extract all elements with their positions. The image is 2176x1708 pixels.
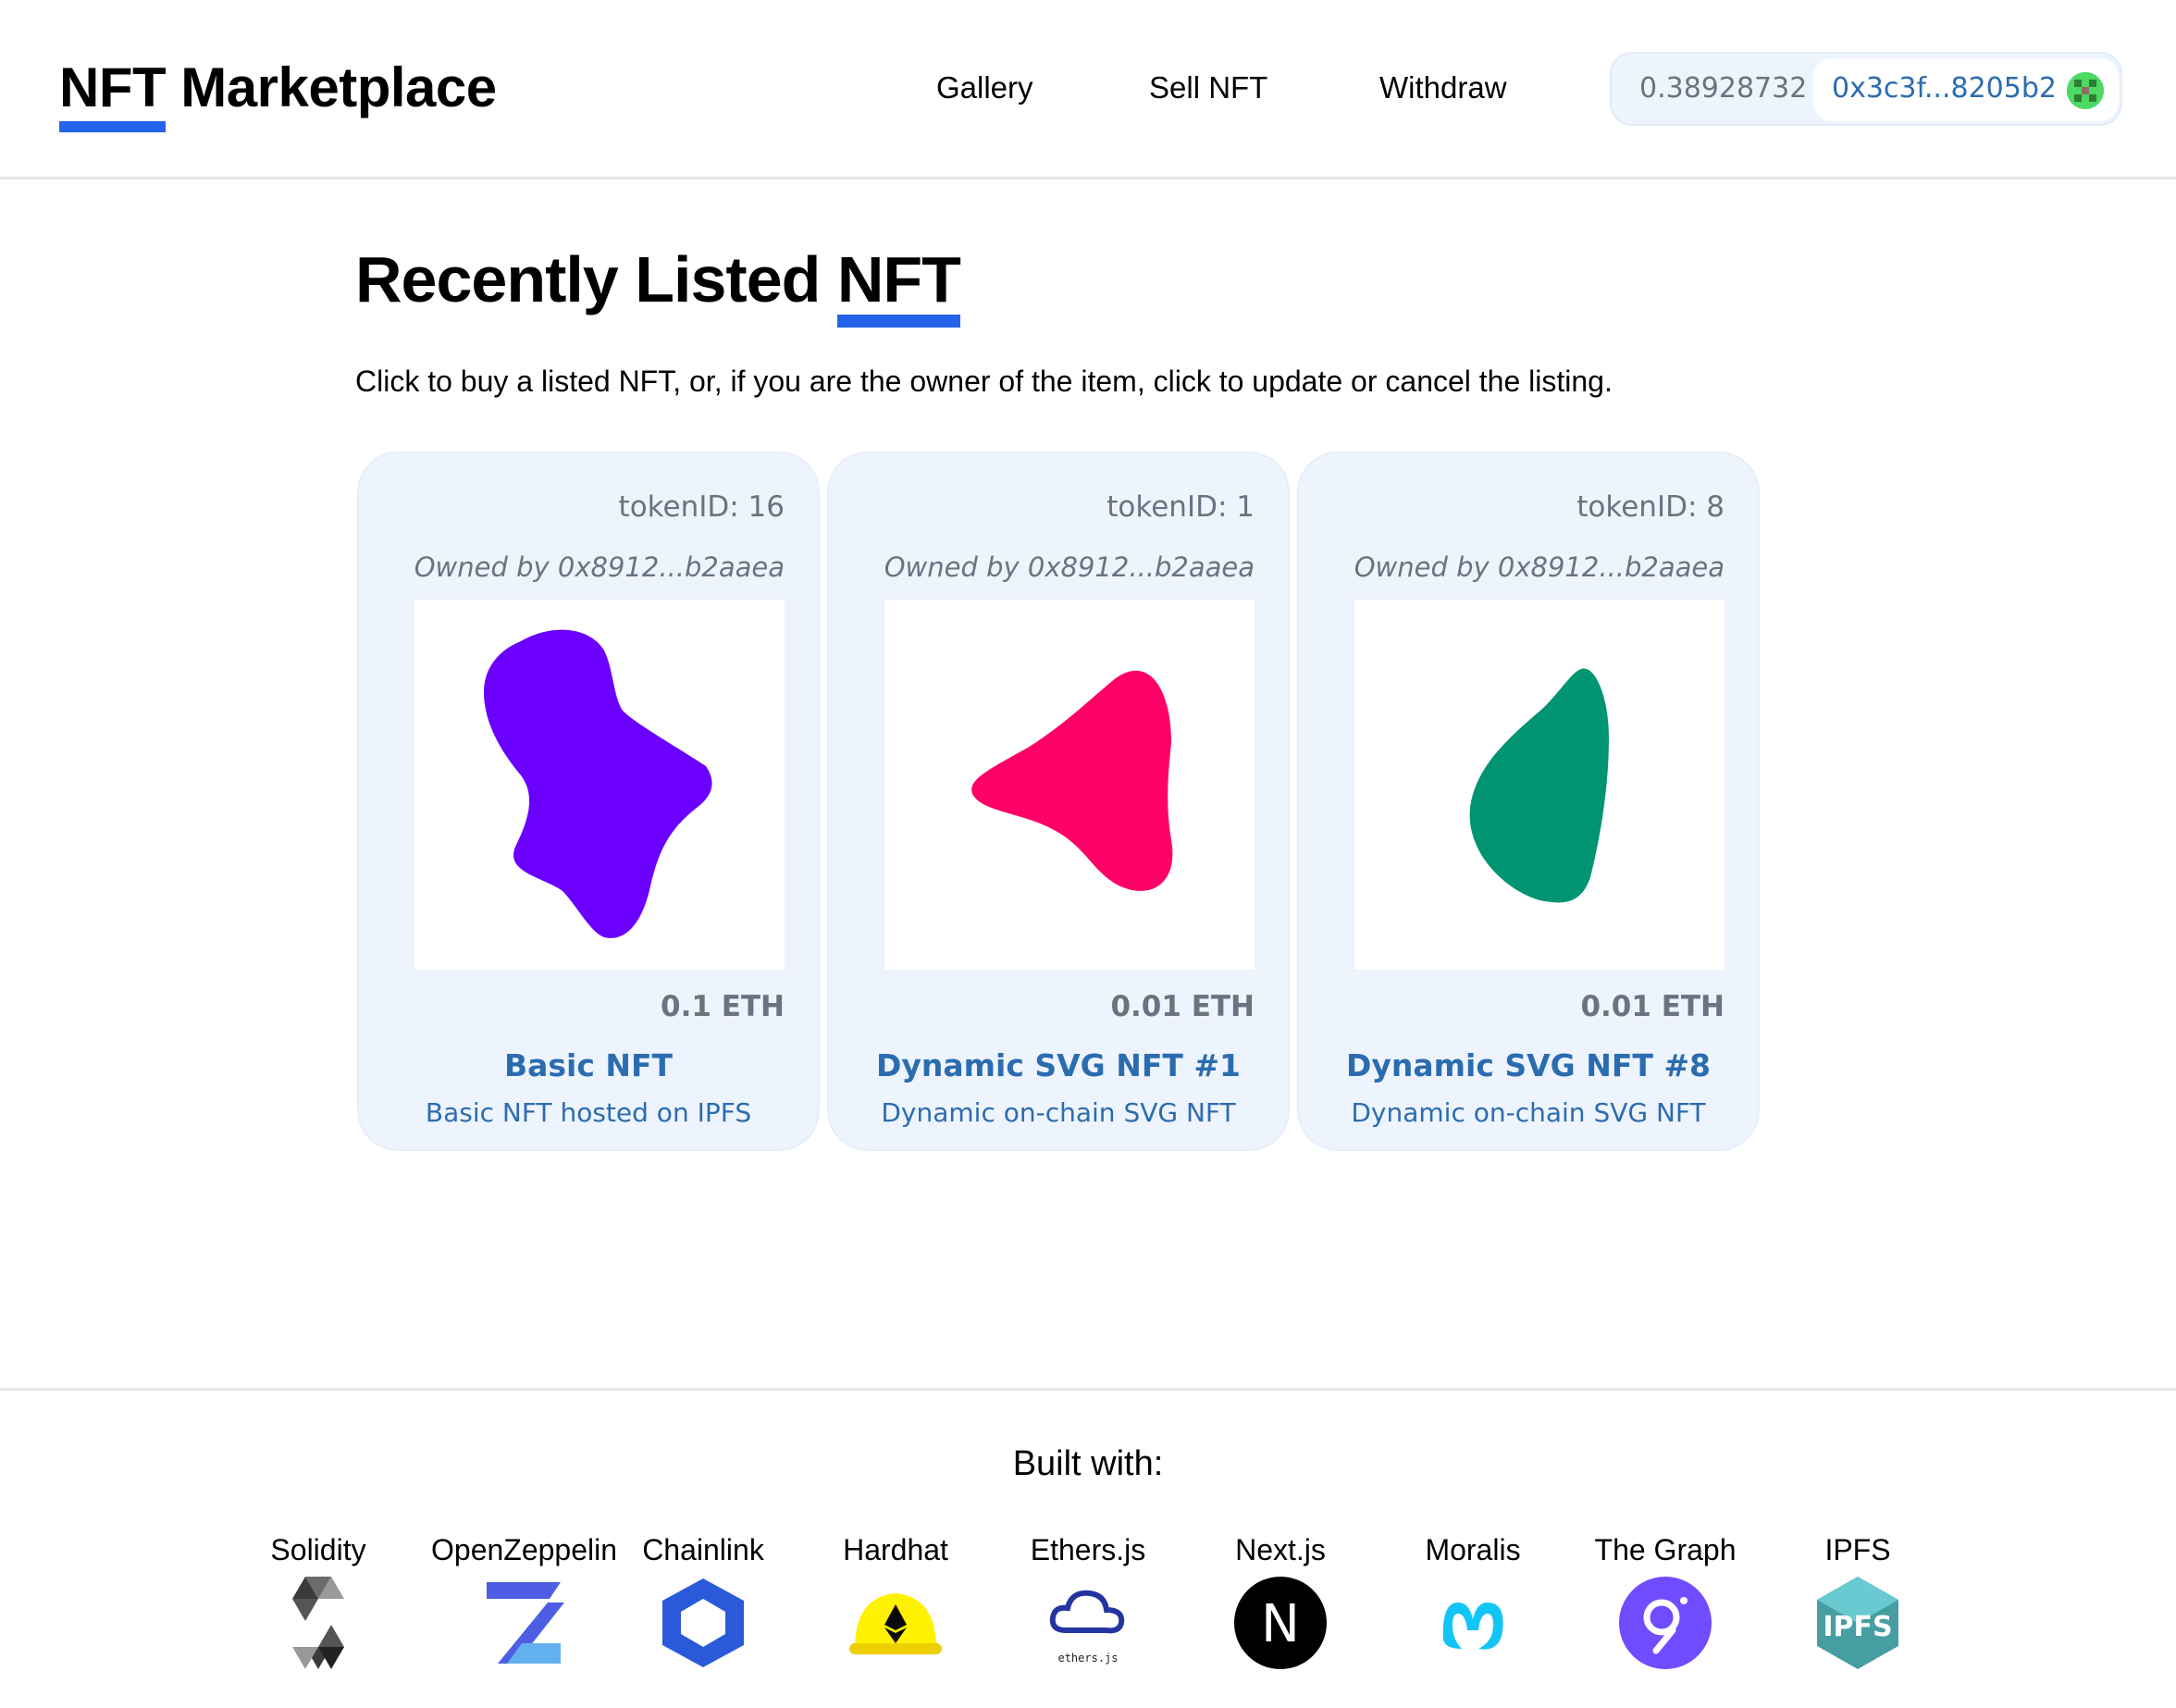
- page-subtitle: Click to buy a listed NFT, or, if you ar…: [355, 365, 1613, 398]
- svg-text:IPFS: IPFS: [1823, 1611, 1892, 1643]
- tech-name: Ethers.js: [1030, 1533, 1146, 1566]
- tech-name: OpenZeppelin: [431, 1533, 618, 1566]
- nft-price: 0.1 ETH: [661, 990, 785, 1023]
- ethersjs-icon: ethers.js: [1049, 1590, 1125, 1665]
- top-navbar: NFT Marketplace Gallery Sell NFT Withdra…: [0, 0, 2176, 179]
- nft-blob-shape: [971, 670, 1173, 891]
- page-title-text: Recently Listed: [355, 243, 837, 316]
- blob-path: [971, 670, 1173, 891]
- hardhat-icon: [849, 1593, 942, 1654]
- nft-image[interactable]: [884, 600, 1255, 970]
- brand-nft-word: NFT: [59, 56, 167, 132]
- brand-logo[interactable]: NFT Marketplace: [59, 56, 497, 132]
- tech-moralis[interactable]: Moralis: [1380, 1533, 1565, 1671]
- thegraph-icon: [1619, 1577, 1712, 1669]
- blob-path: [484, 629, 712, 938]
- nft-blob-shape: [1469, 668, 1609, 903]
- tech-name: Moralis: [1425, 1533, 1521, 1566]
- moralis-icon: [1442, 1603, 1503, 1650]
- nft-name: Basic NFT: [503, 1047, 674, 1083]
- nft-description: Dynamic on-chain SVG NFT: [1351, 1097, 1706, 1128]
- wallet-avatar-icon: [2067, 72, 2104, 109]
- blob-path: [1469, 668, 1609, 903]
- solidity-icon: [292, 1577, 344, 1669]
- tech-name: The Graph: [1594, 1533, 1737, 1566]
- nav-withdraw-link[interactable]: Withdraw: [1379, 70, 1507, 105]
- tech-name: Chainlink: [642, 1533, 764, 1566]
- tech-hardhat[interactable]: Hardhat: [803, 1533, 988, 1671]
- token-id: tokenID: 1: [1107, 490, 1255, 524]
- tech-thegraph[interactable]: The Graph: [1573, 1533, 1758, 1671]
- nft-blob-shape: [484, 629, 712, 938]
- nft-card[interactable]: tokenID: 1 Owned by 0x8912...b2aaea 0.01…: [827, 452, 1290, 1151]
- nft-card[interactable]: tokenID: 8 Owned by 0x8912...b2aaea 0.01…: [1297, 452, 1760, 1151]
- nft-card[interactable]: tokenID: 16 Owned by 0x8912...b2aaea 0.1…: [357, 452, 820, 1151]
- owner-label: Owned by 0x8912...b2aaea: [1354, 551, 1725, 583]
- wallet-connect-button[interactable]: 0.38928732 0x3c3f...8205b2: [1610, 52, 2122, 126]
- tech-name: IPFS: [1824, 1533, 1891, 1566]
- tech-name: Next.js: [1235, 1533, 1326, 1566]
- brand-marketplace-word: Marketplace: [166, 56, 497, 118]
- tech-openzeppelin[interactable]: OpenZeppelin: [431, 1533, 618, 1671]
- svg-text:ethers.js: ethers.js: [1057, 1652, 1118, 1665]
- footer: Built with: Solidity OpenZeppelin Chainl…: [0, 1388, 2176, 1708]
- chainlink-icon: [662, 1578, 744, 1667]
- page-title: Recently Listed NFT: [355, 242, 961, 328]
- nft-description: Dynamic on-chain SVG NFT: [881, 1097, 1236, 1128]
- tech-ipfs[interactable]: IPFS IPFS: [1765, 1533, 1950, 1671]
- owner-label: Owned by 0x8912...b2aaea: [414, 551, 785, 583]
- tech-ethersjs[interactable]: Ethers.js ethers.js: [995, 1533, 1181, 1671]
- wallet-balance: 0.38928732: [1639, 72, 1808, 105]
- wallet-address: 0x3c3f...8205b2: [1832, 72, 2057, 105]
- token-id: tokenID: 8: [1576, 490, 1725, 524]
- nft-image[interactable]: [1354, 600, 1725, 970]
- nextjs-icon: N: [1234, 1577, 1327, 1669]
- tech-name: Hardhat: [843, 1533, 948, 1566]
- tech-solidity[interactable]: Solidity: [226, 1533, 411, 1671]
- wallet-address-chip[interactable]: 0x3c3f...8205b2: [1813, 58, 2119, 121]
- openzeppelin-icon: [487, 1582, 564, 1664]
- built-with-heading: Built with:: [1012, 1444, 1164, 1483]
- tech-nextjs[interactable]: Next.js N: [1188, 1533, 1373, 1671]
- nft-price: 0.01 ETH: [1110, 990, 1255, 1023]
- nft-name: Dynamic SVG NFT #1: [875, 1047, 1242, 1083]
- nav-sell-nft-link[interactable]: Sell NFT: [1149, 70, 1267, 105]
- tech-name: Solidity: [270, 1533, 366, 1566]
- svg-text:N: N: [1261, 1594, 1300, 1654]
- tech-chainlink[interactable]: Chainlink: [611, 1533, 796, 1671]
- nft-price: 0.01 ETH: [1580, 990, 1725, 1023]
- nft-description: Basic NFT hosted on IPFS: [425, 1097, 752, 1128]
- ipfs-icon: IPFS: [1817, 1577, 1898, 1669]
- page-title-nft-word: NFT: [836, 243, 961, 328]
- nft-name: Dynamic SVG NFT #8: [1345, 1047, 1712, 1083]
- nft-image[interactable]: [414, 600, 785, 970]
- token-id: tokenID: 16: [618, 490, 785, 524]
- owner-label: Owned by 0x8912...b2aaea: [884, 551, 1255, 583]
- nav-gallery-link[interactable]: Gallery: [936, 70, 1033, 105]
